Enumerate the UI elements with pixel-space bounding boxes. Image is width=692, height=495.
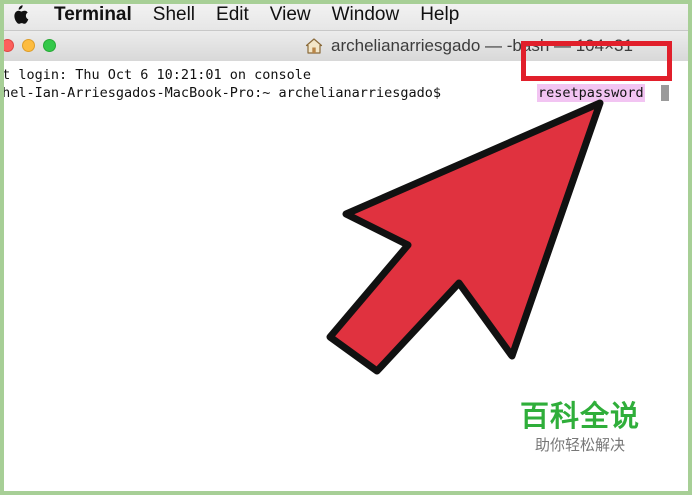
watermark-title: 百科全说 — [519, 399, 640, 433]
watermark-subtitle: 助你轻松解决 — [534, 436, 625, 454]
watermark: 百科全说 助你轻松解决 — [515, 398, 645, 456]
